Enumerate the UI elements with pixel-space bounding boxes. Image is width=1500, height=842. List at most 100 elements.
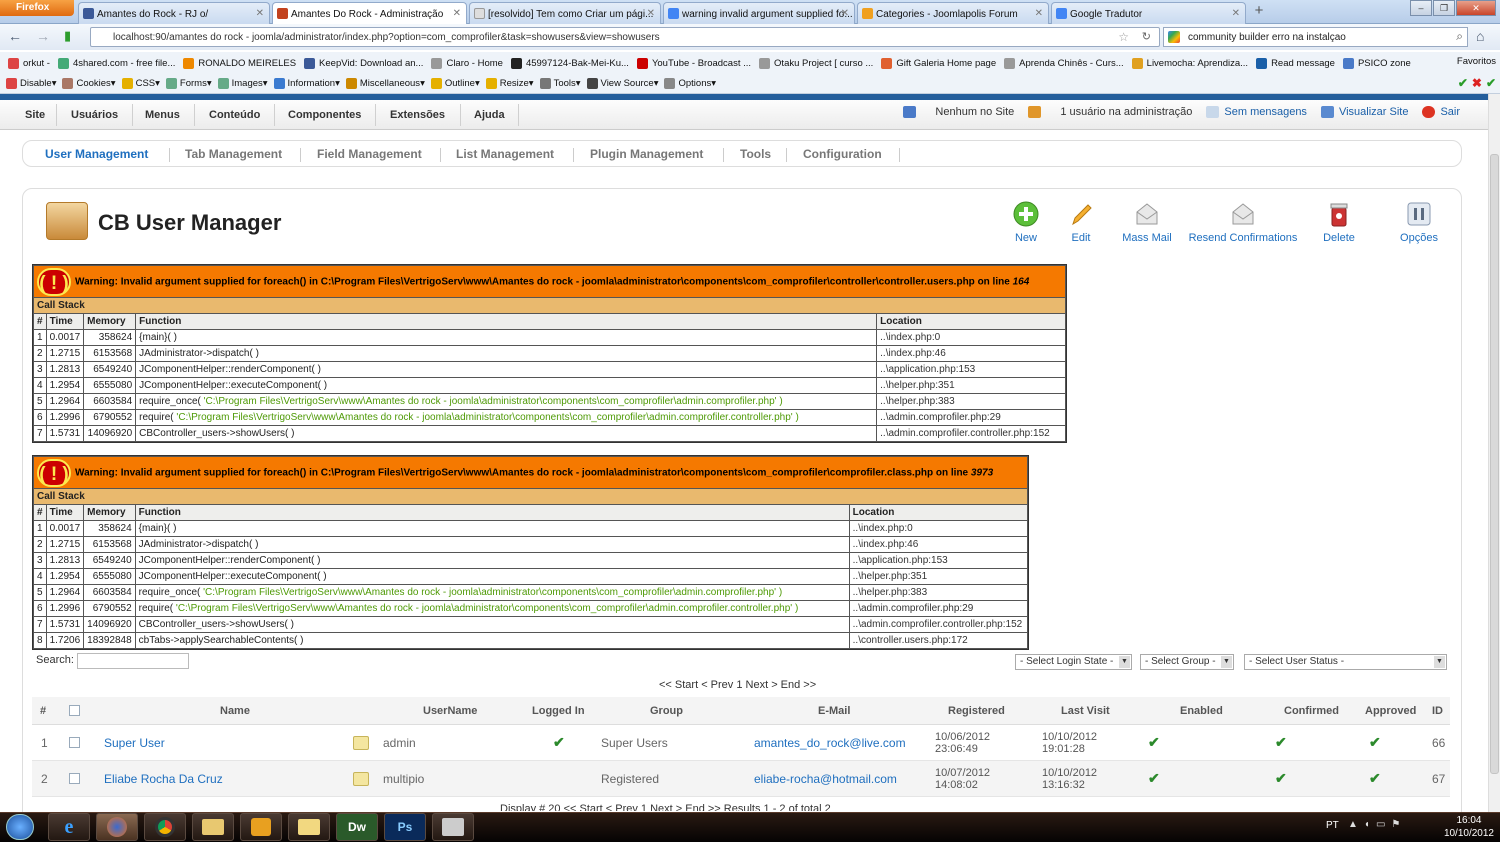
tab-configuration[interactable]: Configuration [803, 147, 882, 161]
page-scrollbar[interactable] [1488, 94, 1500, 814]
close-tab-icon[interactable]: ✕ [256, 8, 264, 19]
col-enabled[interactable]: Enabled [1180, 697, 1223, 724]
col-name[interactable]: Name [220, 697, 250, 724]
close-tab-icon[interactable]: ✕ [1035, 8, 1043, 19]
bookmark-item[interactable]: 45997124-Bak-Mei-Ku... [510, 57, 629, 69]
browser-tab-active[interactable]: Amantes Do Rock - Administração ✕ [272, 2, 467, 24]
logout-link[interactable]: Sair [1422, 106, 1460, 118]
vcard-button[interactable] [353, 725, 369, 760]
tab-list-management[interactable]: List Management [456, 147, 554, 161]
tab-tab-management[interactable]: Tab Management [185, 147, 282, 161]
bookmark-item[interactable]: Gift Galeria Home page [881, 57, 996, 69]
restore-icon[interactable]: ❐ [1433, 0, 1455, 16]
email-link[interactable]: amantes_do_rock@live.com [754, 725, 906, 760]
messages-link[interactable]: Sem mensagens [1206, 106, 1307, 118]
devbar-item[interactable]: Options ▾ [664, 78, 716, 89]
delete-button[interactable]: Delete [1320, 200, 1358, 244]
start-button[interactable] [6, 814, 34, 840]
menu-menus[interactable]: Menus [145, 109, 180, 121]
select-all-checkbox[interactable] [69, 697, 80, 724]
col-registered[interactable]: Registered [948, 697, 1005, 724]
edit-button[interactable]: Edit [1066, 200, 1096, 244]
tab-plugin-management[interactable]: Plugin Management [590, 147, 703, 161]
devbar-item[interactable]: View Source ▾ [586, 78, 658, 89]
bookmark-item[interactable]: YouTube - Broadcast ... [636, 57, 751, 69]
bookmark-item[interactable]: Aprenda Chinês - Curs... [1004, 57, 1124, 69]
menu-site[interactable]: Site [25, 109, 45, 121]
photoshop-icon[interactable]: Ps [384, 813, 426, 841]
tray-icons[interactable]: ▲◖▭⚑ [1348, 819, 1406, 830]
language-indicator[interactable]: PT [1326, 820, 1339, 831]
group-select[interactable]: - Select Group - ▼ [1140, 654, 1234, 670]
devbar-item[interactable]: CSS ▾ [121, 78, 160, 89]
close-tab-icon[interactable]: ✕ [841, 8, 849, 19]
explorer-icon[interactable] [192, 813, 234, 841]
forward-arrow-icon[interactable]: → [36, 28, 50, 44]
vcard-button[interactable] [353, 761, 369, 796]
close-window-icon[interactable]: ✕ [1456, 0, 1496, 16]
user-name-link[interactable]: Eliabe Rocha Da Cruz [104, 761, 223, 796]
bookmark-item[interactable]: PSICO zone [1342, 57, 1411, 69]
folder-icon[interactable] [288, 813, 330, 841]
menu-componentes[interactable]: Componentes [288, 109, 361, 121]
reload-icon[interactable]: ↻ [1142, 30, 1151, 43]
bookmark-item[interactable]: Read message [1256, 57, 1335, 69]
row-checkbox[interactable] [69, 725, 80, 760]
devbar-item[interactable]: Resize ▾ [485, 78, 534, 89]
options-button[interactable]: Opções [1399, 200, 1439, 244]
search-input[interactable] [77, 653, 189, 669]
favorites-button[interactable]: Favoritos [1457, 56, 1496, 67]
firefox-menu-button[interactable]: Firefox [0, 0, 74, 16]
approved-toggle[interactable]: ✔ [1369, 725, 1381, 760]
bookmark-item[interactable]: Claro - Home [431, 57, 503, 69]
bookmark-item[interactable]: RONALDO MEIRELES [183, 57, 296, 69]
devbar-item[interactable]: Forms ▾ [165, 78, 212, 89]
email-link[interactable]: eliabe-rocha@hotmail.com [754, 761, 897, 796]
col-id[interactable]: ID [1432, 697, 1443, 724]
browser-tab[interactable]: Amantes do Rock - RJ o/ ✕ [78, 2, 270, 24]
home-icon[interactable]: ⌂ [1476, 28, 1484, 44]
tab-user-management[interactable]: User Management [45, 147, 148, 161]
address-bar[interactable]: localhost:90/amantes do rock - joomla/ad… [90, 27, 1160, 47]
pagination[interactable]: << Start < Prev 1 Next > End >> [659, 679, 816, 691]
tab-tools[interactable]: Tools [740, 147, 771, 161]
video-editor-icon[interactable] [432, 813, 474, 841]
bookmark-item[interactable]: orkut - [8, 57, 50, 69]
minimize-icon[interactable]: – [1410, 0, 1432, 16]
close-tab-icon[interactable]: ✕ [453, 8, 461, 19]
approved-toggle[interactable]: ✔ [1369, 761, 1381, 796]
devbar-item[interactable]: Cookies ▾ [62, 78, 116, 89]
menu-ajuda[interactable]: Ajuda [474, 109, 505, 121]
col-username[interactable]: UserName [423, 697, 477, 724]
close-tab-icon[interactable]: ✕ [647, 8, 655, 19]
devbar-item[interactable]: Miscellaneous ▾ [345, 78, 425, 89]
confirmed-toggle[interactable]: ✔ [1275, 725, 1287, 760]
search-bar[interactable]: community builder erro na instalçao ⌕ [1163, 27, 1468, 47]
bookmark-item[interactable]: 4shared.com - free file... [57, 57, 175, 69]
login-state-select[interactable]: - Select Login State - ▼ [1015, 654, 1132, 670]
internet-explorer-icon[interactable]: e [48, 813, 90, 841]
col-approved[interactable]: Approved [1365, 697, 1416, 724]
browser-tab[interactable]: Categories - Joomlapolis Forum ✕ [857, 2, 1049, 24]
devbar-item[interactable]: Information ▾ [273, 78, 340, 89]
media-player-icon[interactable] [240, 813, 282, 841]
clock[interactable]: 16:04 10/10/2012 [1444, 814, 1494, 840]
bookmark-item[interactable]: Livemocha: Aprendiza... [1131, 57, 1248, 69]
devbar-item[interactable]: Outline ▾ [430, 78, 480, 89]
mass-mail-button[interactable]: Mass Mail [1120, 200, 1174, 244]
new-button[interactable]: New [1011, 200, 1041, 244]
dreamweaver-icon[interactable]: Dw [336, 813, 378, 841]
resend-confirmations-button[interactable]: Resend Confirmations [1187, 200, 1299, 244]
devbar-item[interactable]: Images ▾ [217, 78, 268, 89]
close-tab-icon[interactable]: ✕ [1232, 8, 1240, 19]
menu-extensoes[interactable]: Extensões [390, 109, 445, 121]
devbar-item[interactable]: Disable ▾ [6, 78, 56, 89]
col-email[interactable]: E-Mail [818, 697, 850, 724]
bookmark-star-icon[interactable]: ☆ [1118, 30, 1129, 44]
confirmed-toggle[interactable]: ✔ [1275, 761, 1287, 796]
col-confirmed[interactable]: Confirmed [1284, 697, 1339, 724]
firefox-icon[interactable] [96, 813, 138, 841]
browser-tab[interactable]: Google Tradutor ✕ [1051, 2, 1246, 24]
menu-usuarios[interactable]: Usuários [71, 109, 118, 121]
enabled-toggle[interactable]: ✔ [1148, 725, 1160, 760]
